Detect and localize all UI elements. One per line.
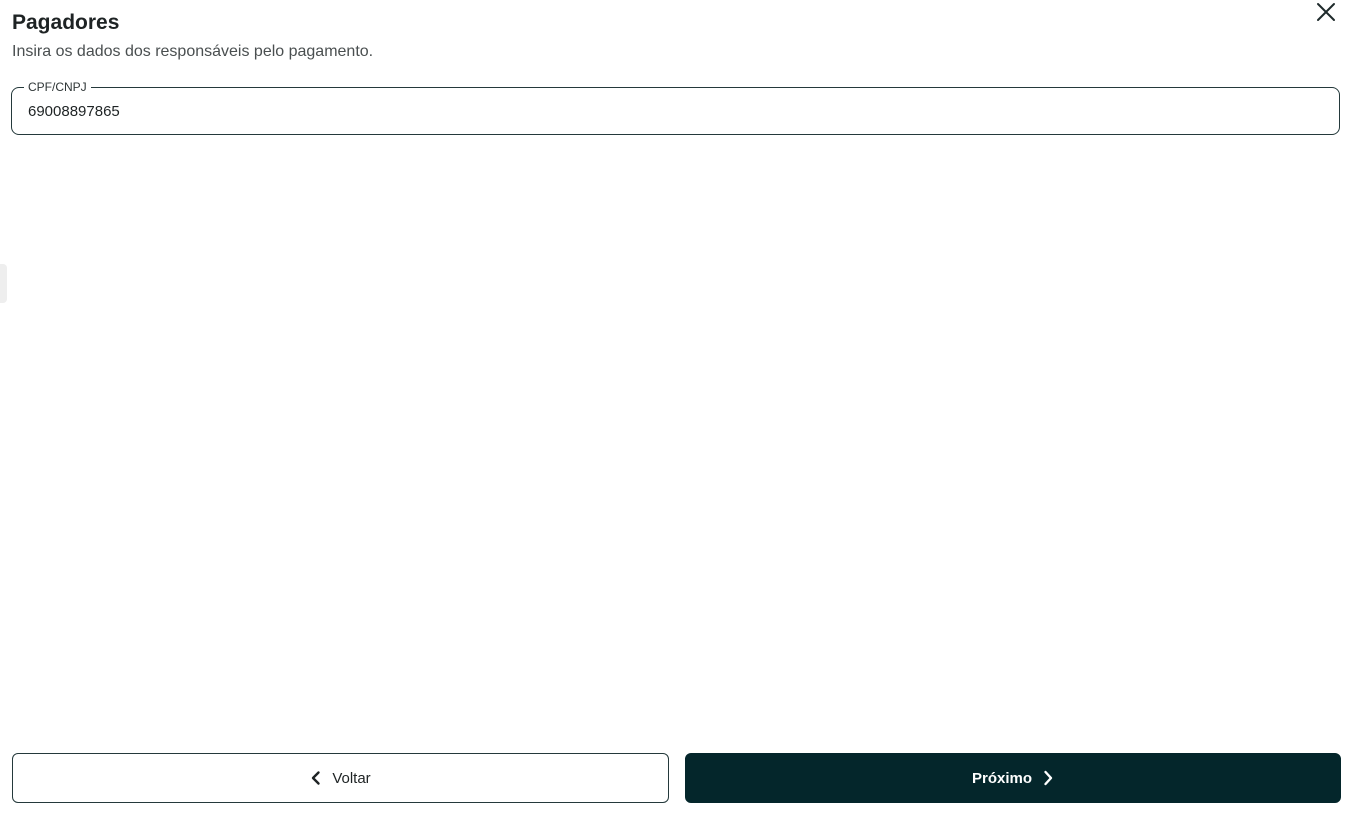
chevron-left-icon: [310, 770, 322, 786]
chevron-right-icon: [1042, 769, 1054, 787]
side-panel-handle[interactable]: [0, 264, 7, 303]
page-title: Pagadores: [12, 11, 120, 34]
page-subtitle: Insira os dados dos responsáveis pelo pa…: [12, 43, 374, 60]
back-button-label: Voltar: [332, 769, 371, 787]
payers-dialog: Pagadores Insira os dados dos responsáve…: [0, 0, 1352, 813]
next-button[interactable]: Próximo: [685, 753, 1341, 803]
cpf-cnpj-input[interactable]: [28, 101, 1318, 121]
back-button[interactable]: Voltar: [12, 753, 669, 803]
cpf-cnpj-label: CPF/CNPJ: [24, 80, 91, 94]
next-button-label: Próximo: [971, 769, 1032, 787]
close-icon: [1314, 3, 1338, 27]
close-button[interactable]: [1314, 0, 1338, 24]
cpf-cnpj-field: CPF/CNPJ: [11, 80, 1340, 135]
